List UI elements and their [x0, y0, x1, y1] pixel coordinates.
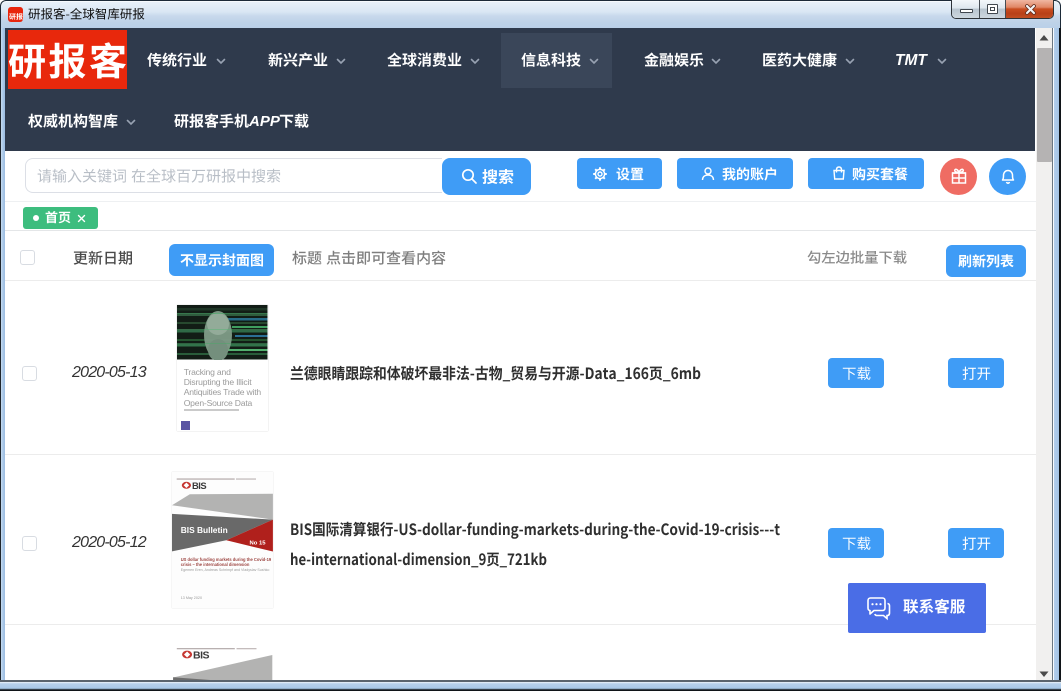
svg-text:crisis – the international dim: crisis – the international dimension	[181, 562, 250, 567]
svg-text:BIS: BIS	[193, 649, 210, 661]
svg-text:13 May 2020: 13 May 2020	[181, 595, 202, 599]
svg-text:Egemen Eren, Andreas Schrimpf: Egemen Eren, Andreas Schrimpf and Vladys…	[181, 568, 270, 572]
svg-text:BIS: BIS	[192, 479, 206, 490]
svg-text:No 15: No 15	[250, 540, 267, 546]
svg-text:BIS Bulletin: BIS Bulletin	[181, 525, 228, 535]
